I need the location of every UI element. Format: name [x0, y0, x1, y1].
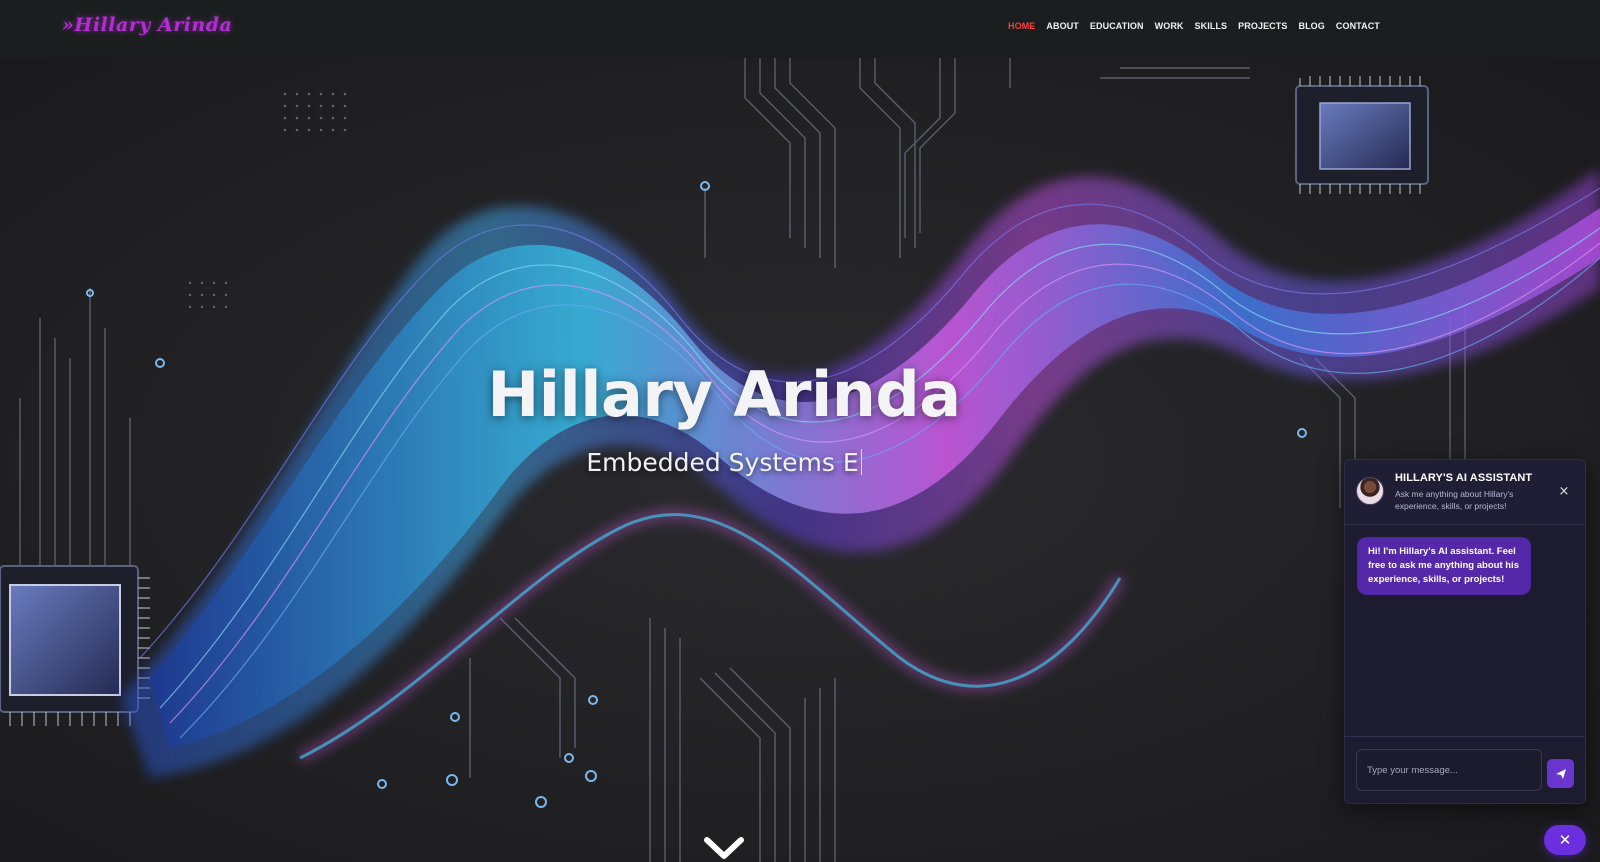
hero-subtitle-text: Embedded Systems E [586, 448, 859, 477]
chevron-down-icon [704, 837, 744, 859]
nav-menu: HOME ABOUT EDUCATION WORK SKILLS PROJECT… [1008, 21, 1380, 31]
nav-item-about[interactable]: ABOUT [1046, 21, 1079, 31]
nav-item-blog[interactable]: BLOG [1298, 21, 1324, 31]
chat-message-input[interactable] [1356, 749, 1542, 791]
chat-close-button[interactable]: × [1556, 484, 1572, 500]
chat-description: Ask me anything about Hillary's experien… [1395, 489, 1514, 511]
chat-toggle-button[interactable]: ✕ [1544, 825, 1586, 855]
hero-title: Hillary Arinda [487, 358, 961, 431]
nav-item-contact[interactable]: CONTACT [1336, 21, 1380, 31]
navbar: »Hillary Arinda HOME ABOUT EDUCATION WOR… [0, 0, 1600, 58]
typing-cursor [860, 449, 862, 475]
send-icon [1555, 768, 1566, 779]
nav-item-skills[interactable]: SKILLS [1195, 21, 1228, 31]
nav-item-education[interactable]: EDUCATION [1090, 21, 1144, 31]
assistant-avatar [1356, 477, 1384, 505]
chat-footer [1345, 736, 1585, 803]
chat-widget: HILLARY'S AI ASSISTANT Ask me anything a… [1344, 459, 1586, 804]
chat-title: HILLARY'S AI ASSISTANT [1395, 472, 1533, 484]
chat-header: HILLARY'S AI ASSISTANT Ask me anything a… [1345, 460, 1585, 525]
nav-item-work[interactable]: WORK [1155, 21, 1184, 31]
scroll-down-button[interactable] [703, 836, 745, 862]
nav-item-projects[interactable]: PROJECTS [1238, 21, 1287, 31]
bot-message: Hi! I'm Hillary's AI assistant. Feel fre… [1357, 537, 1531, 595]
send-button[interactable] [1547, 759, 1574, 788]
hero-subtitle: Embedded Systems E [0, 448, 1448, 477]
chat-messages: Hi! I'm Hillary's AI assistant. Feel fre… [1345, 526, 1585, 734]
nav-item-home[interactable]: HOME [1008, 21, 1035, 31]
brand-logo[interactable]: »Hillary Arinda [62, 14, 232, 36]
